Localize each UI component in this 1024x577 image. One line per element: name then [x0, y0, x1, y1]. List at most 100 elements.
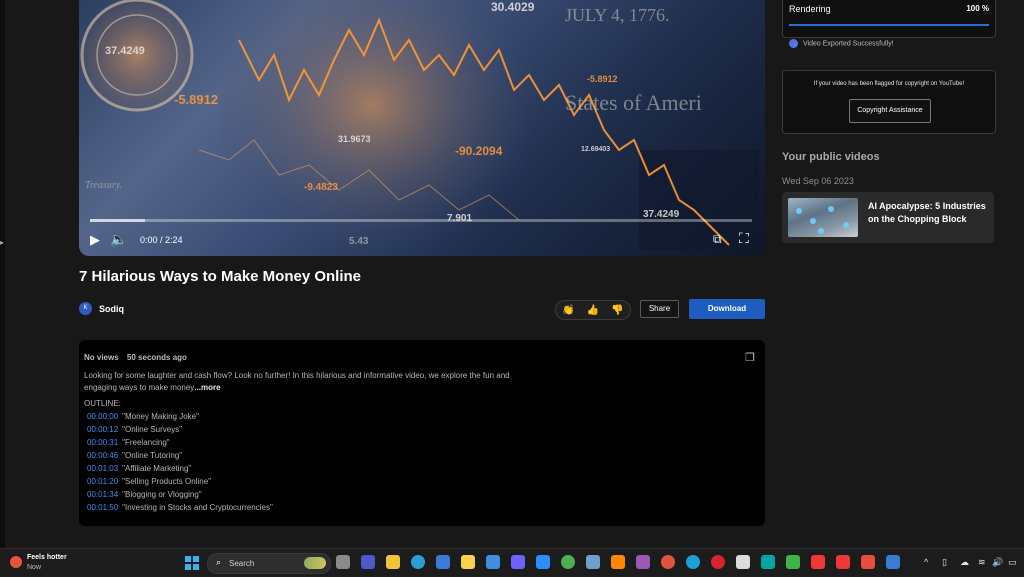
battery-icon[interactable]: ▯ [942, 557, 947, 568]
overlay-number: 30.4029 [491, 0, 535, 14]
taskbar-search[interactable]: ⌕ Search [207, 553, 331, 574]
vivaldi-icon[interactable] [811, 555, 825, 569]
channel-name[interactable]: Sodiq [99, 304, 124, 314]
cloud-icon[interactable]: ☁ [960, 557, 969, 568]
battery-status-icon[interactable]: ▭ [1008, 557, 1017, 568]
list-item: 00:00:00 "Money Making Joke" [87, 412, 273, 425]
list-item: 00:01:20 "Selling Products Online" [87, 477, 273, 490]
chapter-label: "Investing in Stocks and Cryptocurrencie… [122, 503, 273, 512]
app-icon[interactable] [486, 555, 500, 569]
app-icon[interactable] [861, 555, 875, 569]
render-progress-bar [789, 24, 989, 26]
render-status-card: Rendering 100 % [782, 0, 996, 38]
render-label: Rendering [789, 4, 831, 14]
summary-text: Looking for some laughter and cash flow?… [84, 371, 510, 392]
public-video-card[interactable]: AI Apocalypse: 5 Industries on the Chopp… [782, 192, 994, 243]
sticky-notes-icon[interactable] [461, 555, 475, 569]
export-status: Video Exported Successfully! [789, 39, 894, 48]
camtasia-icon[interactable] [786, 555, 800, 569]
edge-icon[interactable] [411, 555, 425, 569]
edge-dev-icon[interactable] [686, 555, 700, 569]
description-panel: No views 50 seconds ago ❐ Looking for so… [79, 340, 765, 526]
timestamp-link[interactable]: 00:00:00 [87, 412, 118, 421]
play-icon[interactable]: ▶ [90, 232, 100, 248]
app-icon[interactable] [661, 555, 675, 569]
overlay-number: -5.8912 [174, 92, 219, 107]
taskbar: Feels hotter Now ⌕ Search ^ ▯ ☁ ≋ 🔊 ▭ [0, 548, 1024, 577]
overlay-number: 37.4249 [105, 45, 145, 57]
export-status-text: Video Exported Successfully! [803, 40, 894, 48]
public-videos-heading: Your public videos [782, 151, 880, 163]
app-icon[interactable] [511, 555, 525, 569]
chevron-up-icon[interactable]: ^ [924, 557, 928, 567]
timestamp-link[interactable]: 00:00:12 [87, 425, 118, 434]
teams-icon[interactable] [361, 555, 375, 569]
file-explorer-icon[interactable] [386, 555, 400, 569]
speaker-icon[interactable]: 🔊 [992, 557, 1003, 568]
list-item: 00:00:46 "Online Tutoring" [87, 451, 273, 464]
copyright-text: If your video has been flagged for copyr… [813, 81, 965, 87]
copyright-assistance-button[interactable]: Copyright Assistance [849, 99, 931, 123]
share-button[interactable]: Share [640, 300, 679, 318]
outline-label: OUTLINE: [84, 399, 121, 408]
store-icon[interactable] [436, 555, 450, 569]
miniplayer-icon[interactable]: ⧉ [713, 232, 722, 247]
description-text: Looking for some laughter and cash flow?… [84, 370, 544, 394]
copyright-card: If your video has been flagged for copyr… [782, 70, 996, 134]
seek-bar[interactable] [90, 219, 752, 222]
capcut-icon[interactable] [736, 555, 750, 569]
chapter-label: "Blogging or Vlogging" [122, 490, 202, 499]
overlay-number: -5.8912 [587, 74, 618, 84]
vlc-icon[interactable] [611, 555, 625, 569]
list-item: 00:00:31 "Freelancing" [87, 438, 273, 451]
overlay-number: 5.43 [349, 236, 369, 247]
video-player[interactable]: 37.4249 -5.8912 30.4029 -5.8912 31.9673 … [79, 0, 765, 256]
fullscreen-icon[interactable]: ⛶ [739, 230, 749, 247]
chrome-icon[interactable] [561, 555, 575, 569]
timestamp-link[interactable]: 00:00:46 [87, 451, 118, 460]
copy-icon[interactable]: ❐ [745, 351, 755, 364]
overlay-number: -9.4823 [304, 182, 338, 193]
public-videos-date: Wed Sep 06 2023 [782, 176, 854, 186]
app-icon[interactable] [636, 555, 650, 569]
overlay-number: 31.9673 [338, 134, 371, 144]
export-badge-icon [789, 39, 798, 48]
buffered-bar [90, 219, 145, 222]
download-button[interactable]: Download [689, 299, 765, 319]
wifi-icon[interactable]: ≋ [978, 557, 986, 568]
list-item: 00:01:50 "Investing in Stocks and Cryptoc… [87, 503, 273, 516]
timestamp-link[interactable]: 00:01:34 [87, 490, 118, 499]
opera-icon[interactable] [711, 555, 725, 569]
timestamp-link[interactable]: 00:01:50 [87, 503, 118, 512]
expand-arrow-icon[interactable]: ▸ [0, 238, 4, 247]
time-display: 0:00 / 2:24 [140, 235, 183, 245]
thumbs-down-icon[interactable]: 👎 [611, 305, 623, 316]
view-count: No views [84, 353, 119, 362]
clap-icon[interactable]: 👏 [562, 305, 574, 316]
timestamp-link[interactable]: 00:00:31 [87, 438, 118, 447]
app-icon[interactable] [761, 555, 775, 569]
outline-list: 00:00:00 "Money Making Joke" 00:00:12 "Onl… [87, 412, 273, 516]
start-button-icon[interactable] [185, 556, 199, 570]
upload-age: 50 seconds ago [126, 353, 187, 362]
overlay-number: 12.69403 [581, 146, 611, 153]
search-icon: ⌕ [216, 557, 222, 567]
chapter-label: "Selling Products Online" [122, 477, 211, 486]
task-view-icon[interactable] [336, 555, 350, 569]
more-link[interactable]: ...more [194, 383, 220, 392]
weather-title: Feels hotter [27, 554, 67, 561]
thumbs-up-icon[interactable]: 👍 [587, 305, 599, 316]
volume-icon[interactable]: 🔈 [110, 231, 127, 248]
search-highlight-icon [304, 557, 326, 569]
timestamp-link[interactable]: 00:01:03 [87, 464, 118, 473]
timestamp-link[interactable]: 00:01:20 [87, 477, 118, 486]
chapter-label: "Freelancing" [122, 438, 170, 447]
zoom-icon[interactable] [536, 555, 550, 569]
chapter-label: "Affiliate Marketing" [122, 464, 192, 473]
channel-avatar[interactable]: K [79, 302, 92, 315]
vivaldi-icon[interactable] [836, 555, 850, 569]
photos-icon[interactable] [586, 555, 600, 569]
video-meta: No views 50 seconds ago [84, 353, 193, 362]
app-icon[interactable] [886, 555, 900, 569]
weather-sub: Now [27, 564, 42, 571]
